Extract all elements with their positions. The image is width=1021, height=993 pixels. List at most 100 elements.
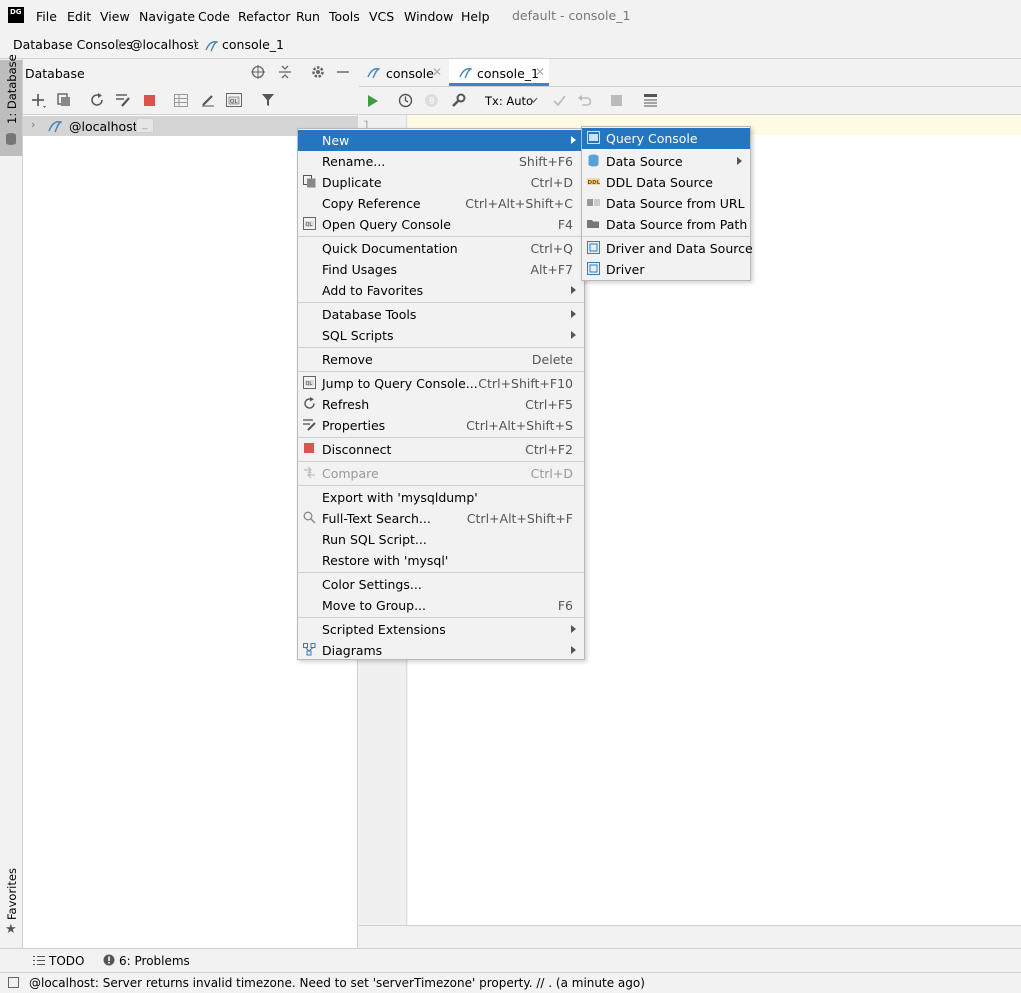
driver-icon (587, 262, 600, 275)
submenu-item-data-source-from-path[interactable]: Data Source from Path (582, 214, 750, 235)
favorites-tool-tab[interactable]: Favorites ★ (0, 868, 22, 942)
svg-text:DDL: DDL (588, 180, 601, 186)
rollback-icon (578, 95, 592, 106)
menu-view[interactable]: View (100, 9, 130, 24)
editor-horizontal-scrollbar[interactable] (359, 925, 1021, 948)
add-icon[interactable] (31, 93, 47, 109)
run-icon[interactable] (367, 94, 379, 108)
menu-item-scripted-extensions[interactable]: Scripted Extensions (298, 619, 584, 640)
collapse-all-icon[interactable] (278, 65, 292, 79)
menu-item-jump-to-query-console[interactable]: QL Jump to Query Console... Ctrl+Shift+F… (298, 373, 584, 394)
submenu-item-query-console[interactable]: Query Console (582, 128, 750, 149)
submenu-item-label: DDL Data Source (606, 175, 713, 190)
menu-item-color-settings[interactable]: Color Settings... (298, 574, 584, 595)
menu-file[interactable]: File (36, 9, 57, 24)
database-tool-tab[interactable]: 1: Database (0, 54, 22, 156)
close-icon[interactable]: ✕ (432, 65, 442, 79)
menu-navigate[interactable]: Navigate (139, 9, 195, 24)
filter-icon[interactable] (261, 93, 275, 107)
menu-item-add-to-favorites[interactable]: Add to Favorites (298, 280, 584, 301)
menu-item-diagrams[interactable]: Diagrams (298, 640, 584, 661)
status-bar: @localhost: Server returns invalid timez… (0, 972, 1021, 993)
submenu-arrow-icon (571, 286, 576, 294)
stop-icon[interactable] (144, 95, 155, 106)
stop-icon (304, 443, 314, 453)
menu-item-refresh[interactable]: Refresh Ctrl+F5 (298, 394, 584, 415)
menu-item-new[interactable]: New (298, 130, 584, 151)
wrench-icon[interactable] (451, 93, 466, 108)
menu-item-find-usages[interactable]: Find Usages Alt+F7 (298, 259, 584, 280)
submenu-item-driver-and-data-source[interactable]: Driver and Data Source (582, 238, 753, 259)
menu-item-sql-scripts[interactable]: SQL Scripts (298, 325, 584, 346)
todo-tab[interactable]: TODO (49, 954, 84, 968)
menu-help[interactable]: Help (461, 9, 490, 24)
ql-icon[interactable]: QL (226, 93, 242, 107)
left-tool-stripe (0, 59, 23, 948)
close-icon[interactable]: ✕ (535, 65, 545, 79)
menu-item-properties[interactable]: Properties Ctrl+Alt+Shift+S (298, 415, 584, 436)
duplicate-icon (303, 175, 316, 188)
menu-item-quick-documentation[interactable]: Quick Documentation Ctrl+Q (298, 238, 584, 259)
tab-console[interactable]: console ✕ (359, 59, 449, 86)
menu-vcs[interactable]: VCS (369, 9, 394, 24)
properties-icon[interactable] (115, 92, 131, 108)
menu-run[interactable]: Run (296, 9, 320, 24)
gear-icon[interactable] (311, 65, 325, 79)
mysql-dolphin-icon (367, 68, 380, 79)
menu-item-full-text-search[interactable]: Full-Text Search... Ctrl+Alt+Shift+F (298, 508, 584, 529)
submenu-arrow-icon (571, 331, 576, 339)
menu-edit[interactable]: Edit (67, 9, 91, 24)
menu-item-database-tools[interactable]: Database Tools (298, 304, 584, 325)
menu-item-disconnect[interactable]: Disconnect Ctrl+F2 (298, 439, 584, 460)
tab-console-1[interactable]: console_1 ✕ (449, 59, 549, 86)
menu-separator (582, 236, 750, 237)
submenu-item-data-source[interactable]: Data Source (582, 151, 750, 172)
breadcrumb-localhost[interactable]: @localhost (130, 37, 199, 52)
menu-code[interactable]: Code (198, 9, 230, 24)
submenu-item-ddl-data-source[interactable]: DDL DDL Data Source (582, 172, 750, 193)
menu-item-label: Move to Group... (322, 598, 426, 613)
ql-icon: QL (303, 217, 316, 230)
output-layout-icon[interactable] (643, 93, 658, 108)
menu-item-label: Diagrams (322, 643, 383, 658)
menu-item-label: Duplicate (322, 175, 382, 190)
menu-item-label: Database Tools (322, 307, 417, 322)
edit-icon[interactable] (201, 93, 215, 107)
menu-item-duplicate[interactable]: Duplicate Ctrl+D (298, 172, 584, 193)
menu-item-label: Color Settings... (322, 577, 422, 592)
editor-toolbar: B Tx: Auto (359, 87, 1021, 115)
menu-item-rename[interactable]: Rename... Shift+F6 (298, 151, 584, 172)
submenu-item-label: Query Console (606, 131, 698, 146)
copy-icon[interactable] (57, 93, 71, 107)
menu-refactor[interactable]: Refactor (238, 9, 290, 24)
menu-item-shortcut: Ctrl+D (530, 175, 573, 190)
submenu-item-data-source-from-url[interactable]: Data Source from URL (582, 193, 750, 214)
menu-item-export-mysqldump[interactable]: Export with 'mysqldump' (298, 487, 584, 508)
submenu-item-driver[interactable]: Driver (582, 259, 750, 280)
menu-item-run-sql-script[interactable]: Run SQL Script... (298, 529, 584, 550)
table-icon[interactable] (174, 94, 188, 107)
menu-item-move-to-group[interactable]: Move to Group... F6 (298, 595, 584, 616)
history-icon[interactable] (398, 93, 413, 108)
status-toggle-icon[interactable] (8, 977, 19, 988)
minimize-icon[interactable] (336, 65, 350, 79)
menu-item-open-query-console[interactable]: QL Open Query Console F4 (298, 214, 584, 235)
list-icon (33, 956, 45, 965)
tree-item-label[interactable]: @localhost (69, 119, 138, 134)
menu-item-shortcut: Ctrl+Alt+Shift+C (465, 196, 573, 211)
menu-tools[interactable]: Tools (329, 9, 360, 24)
breadcrumb-console[interactable]: console_1 (222, 37, 284, 52)
tx-mode-dropdown[interactable]: Tx: Auto (485, 94, 533, 108)
menu-separator (298, 371, 584, 372)
chevron-right-icon[interactable]: › (31, 118, 35, 131)
locate-icon[interactable] (251, 65, 265, 79)
breadcrumb-database-consoles[interactable]: Database Consoles (13, 37, 133, 52)
menu-item-restore-mysql[interactable]: Restore with 'mysql' (298, 550, 584, 571)
menu-item-remove[interactable]: Remove Delete (298, 349, 584, 370)
problems-tab[interactable]: 6: Problems (119, 954, 190, 968)
menu-item-copy-reference[interactable]: Copy Reference Ctrl+Alt+Shift+C (298, 193, 584, 214)
menu-item-shortcut: Shift+F6 (518, 154, 573, 169)
refresh-icon[interactable] (90, 93, 104, 107)
menu-window[interactable]: Window (404, 9, 453, 24)
menu-item-label: New (322, 133, 350, 148)
